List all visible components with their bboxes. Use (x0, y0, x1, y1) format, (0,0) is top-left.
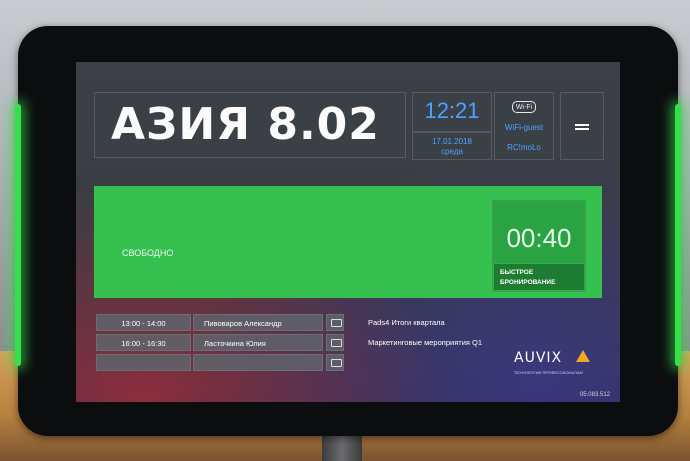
room-status-band: СВОБОДНО 00:40 БЫСТРОЕ БРОНИРОВАНИЕ (94, 186, 602, 298)
wifi-panel: Wi-Fi WiFi-guest RC!moLo (494, 92, 554, 160)
logo-triangle-icon (576, 350, 590, 362)
comment-button[interactable] (326, 314, 344, 331)
date: 17.01.2018 (431, 137, 473, 146)
meeting-topic: Маркетинговые мероприятия Q1 (368, 338, 483, 347)
logo-tagline: ТЕХНОЛОГИИ ПРОФЕССИОНАЛАМ (514, 370, 583, 375)
free-time-timer: 00:40 (506, 223, 572, 253)
meeting-organizer: Ласточкина Юлия (193, 334, 323, 351)
meeting-time: 13:00 - 14:00 (96, 314, 191, 331)
status-led-right (675, 104, 681, 366)
meeting-list: 13:00 - 14:00 Пивоваров Александр Pads4 … (96, 314, 482, 374)
wifi-ssid: WiFi-guest (504, 123, 544, 132)
meeting-organizer: Пивоваров Александр (193, 314, 323, 331)
quick-book-label-line1: БЫСТРОЕ (500, 269, 534, 276)
weekday: среда (441, 147, 463, 156)
meeting-row[interactable]: 16:00 - 16:30 Ласточкина Юлия Маркетинго… (96, 334, 482, 352)
clock: 12:21 (424, 98, 480, 123)
room-title-panel: АЗИЯ 8.02 (94, 92, 406, 158)
menu-icon (575, 124, 589, 130)
quick-book-label-line2: БРОНИРОВАНИЕ (500, 279, 556, 286)
meeting-row[interactable]: 13:00 - 14:00 Пивоваров Александр Pads4 … (96, 314, 445, 332)
room-id: 05.083.512 (579, 392, 610, 398)
date-panel: 17.01.2018 среда (412, 132, 492, 160)
meeting-row[interactable] (96, 354, 344, 372)
comment-button[interactable] (326, 354, 344, 371)
meeting-time (96, 354, 191, 371)
display-stand (322, 436, 362, 461)
comment-icon (331, 319, 342, 327)
meeting-topic: Pads4 Итоги квартала (368, 318, 445, 327)
meeting-time: 16:00 - 16:30 (96, 334, 191, 351)
clock-panel: 12:21 (412, 92, 492, 132)
comment-button[interactable] (326, 334, 344, 351)
comment-icon (331, 359, 342, 367)
room-title: АЗИЯ 8.02 (111, 99, 380, 150)
room-booking-screen: АЗИЯ 8.02 12:21 17.01.2018 среда Wi-Fi W… (76, 62, 620, 402)
logo-wordmark: AUVIX (514, 350, 563, 366)
comment-icon (331, 339, 342, 347)
meeting-organizer (193, 354, 323, 371)
auvix-logo: AUVIX ТЕХНОЛОГИИ ПРОФЕССИОНАЛАМ (514, 348, 594, 378)
free-time-box: 00:40 БЫСТРОЕ БРОНИРОВАНИЕ (492, 200, 586, 292)
menu-button[interactable] (560, 92, 604, 160)
status-led-left (15, 104, 21, 366)
quick-book-button[interactable]: БЫСТРОЕ БРОНИРОВАНИЕ (493, 263, 585, 291)
room-status-text: СВОБОДНО (122, 248, 174, 258)
wifi-icon: Wi-Fi (512, 101, 536, 113)
wifi-password: RC!moLo (507, 143, 541, 152)
